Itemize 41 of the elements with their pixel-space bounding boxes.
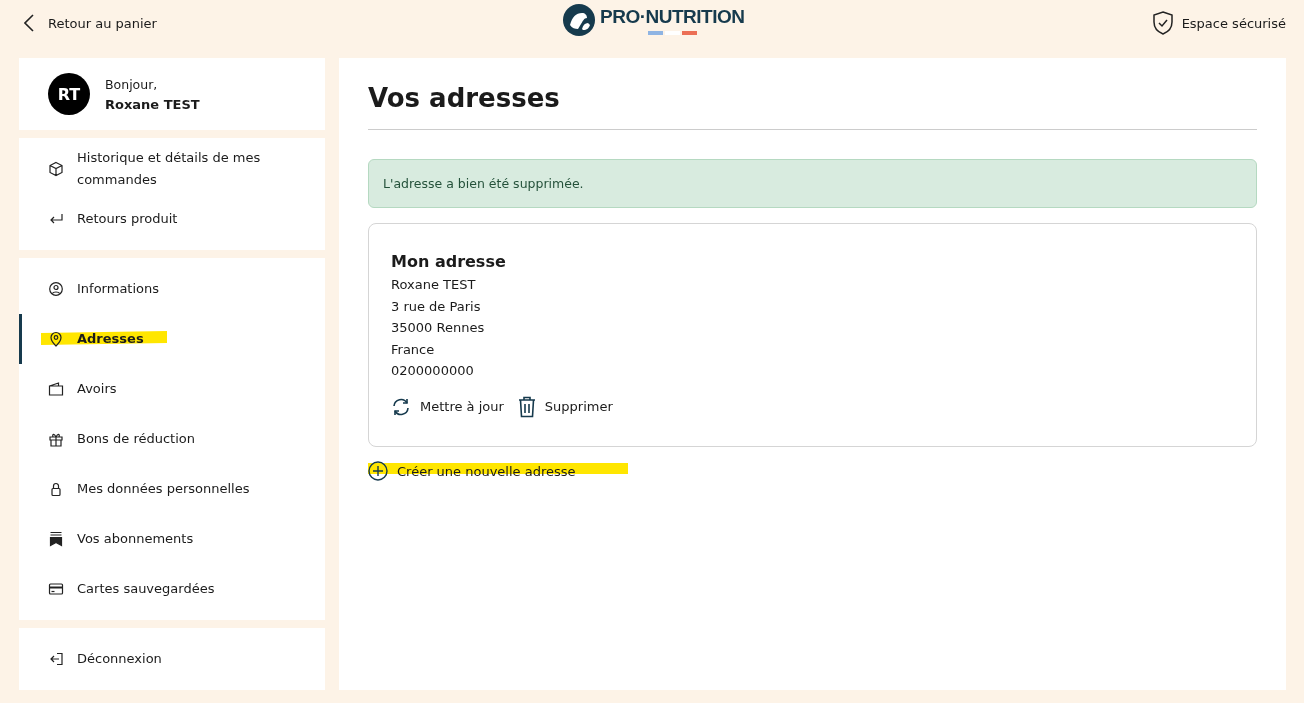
map-pin-icon: [48, 331, 64, 347]
page-title: Vos adresses: [368, 80, 1257, 130]
address-line: 3 rue de Paris: [391, 297, 482, 316]
logout-icon: [48, 651, 64, 667]
sidebar-item[interactable]: Retours produit: [19, 194, 325, 244]
shield-check-icon: [1151, 11, 1174, 35]
flag-stripe-icon: [647, 31, 697, 35]
sidebar-item[interactable]: Avoirs: [19, 364, 325, 414]
sidebar-item[interactable]: Adresses: [19, 314, 325, 364]
sidebar-item[interactable]: Bons de réduction: [19, 414, 325, 464]
address-line: 35000 Rennes: [391, 319, 486, 337]
sidebar-item[interactable]: Historique et détails de mes commandes: [19, 144, 325, 194]
address-line: 0200000000: [391, 362, 475, 380]
address-title: Mon adresse: [391, 251, 507, 273]
plus-circle-icon: [368, 461, 388, 481]
credit-card-icon: [48, 581, 64, 597]
bookmark-icon: [48, 531, 64, 547]
back-link[interactable]: Retour au panier: [24, 14, 157, 32]
sidebar-item[interactable]: Cartes sauvegardées: [19, 564, 325, 614]
sidebar-item[interactable]: Vos abonnements: [19, 514, 325, 564]
sidebar-item[interactable]: Déconnexion: [19, 634, 325, 684]
greeting-text: Bonjour,: [105, 76, 159, 92]
sidebar-item[interactable]: Mes données personnelles: [19, 464, 325, 514]
secure-space-label: Espace sécurisé: [1181, 15, 1286, 31]
chevron-left-icon: [24, 14, 34, 32]
sidebar-item[interactable]: Informations: [19, 264, 325, 314]
delete-link[interactable]: Supprimer: [517, 395, 613, 418]
refresh-icon: [391, 396, 411, 417]
address-line: Roxane TEST: [391, 276, 477, 294]
address-line: France: [391, 340, 436, 359]
avatar-initials: RT: [48, 73, 90, 115]
success-alert: L'adresse a bien été supprimée.: [368, 159, 1257, 208]
brand-logo-text: PRO·NUTRITION: [600, 5, 745, 29]
user-name: Roxane TEST: [105, 96, 200, 112]
update-link[interactable]: Mettre à jour: [391, 395, 504, 418]
wallet-icon: [48, 381, 64, 397]
box-icon: [48, 161, 64, 177]
user-circle-icon: [48, 281, 64, 297]
trash-icon: [517, 395, 536, 418]
gift-icon: [48, 431, 64, 447]
lock-icon: [48, 481, 64, 497]
